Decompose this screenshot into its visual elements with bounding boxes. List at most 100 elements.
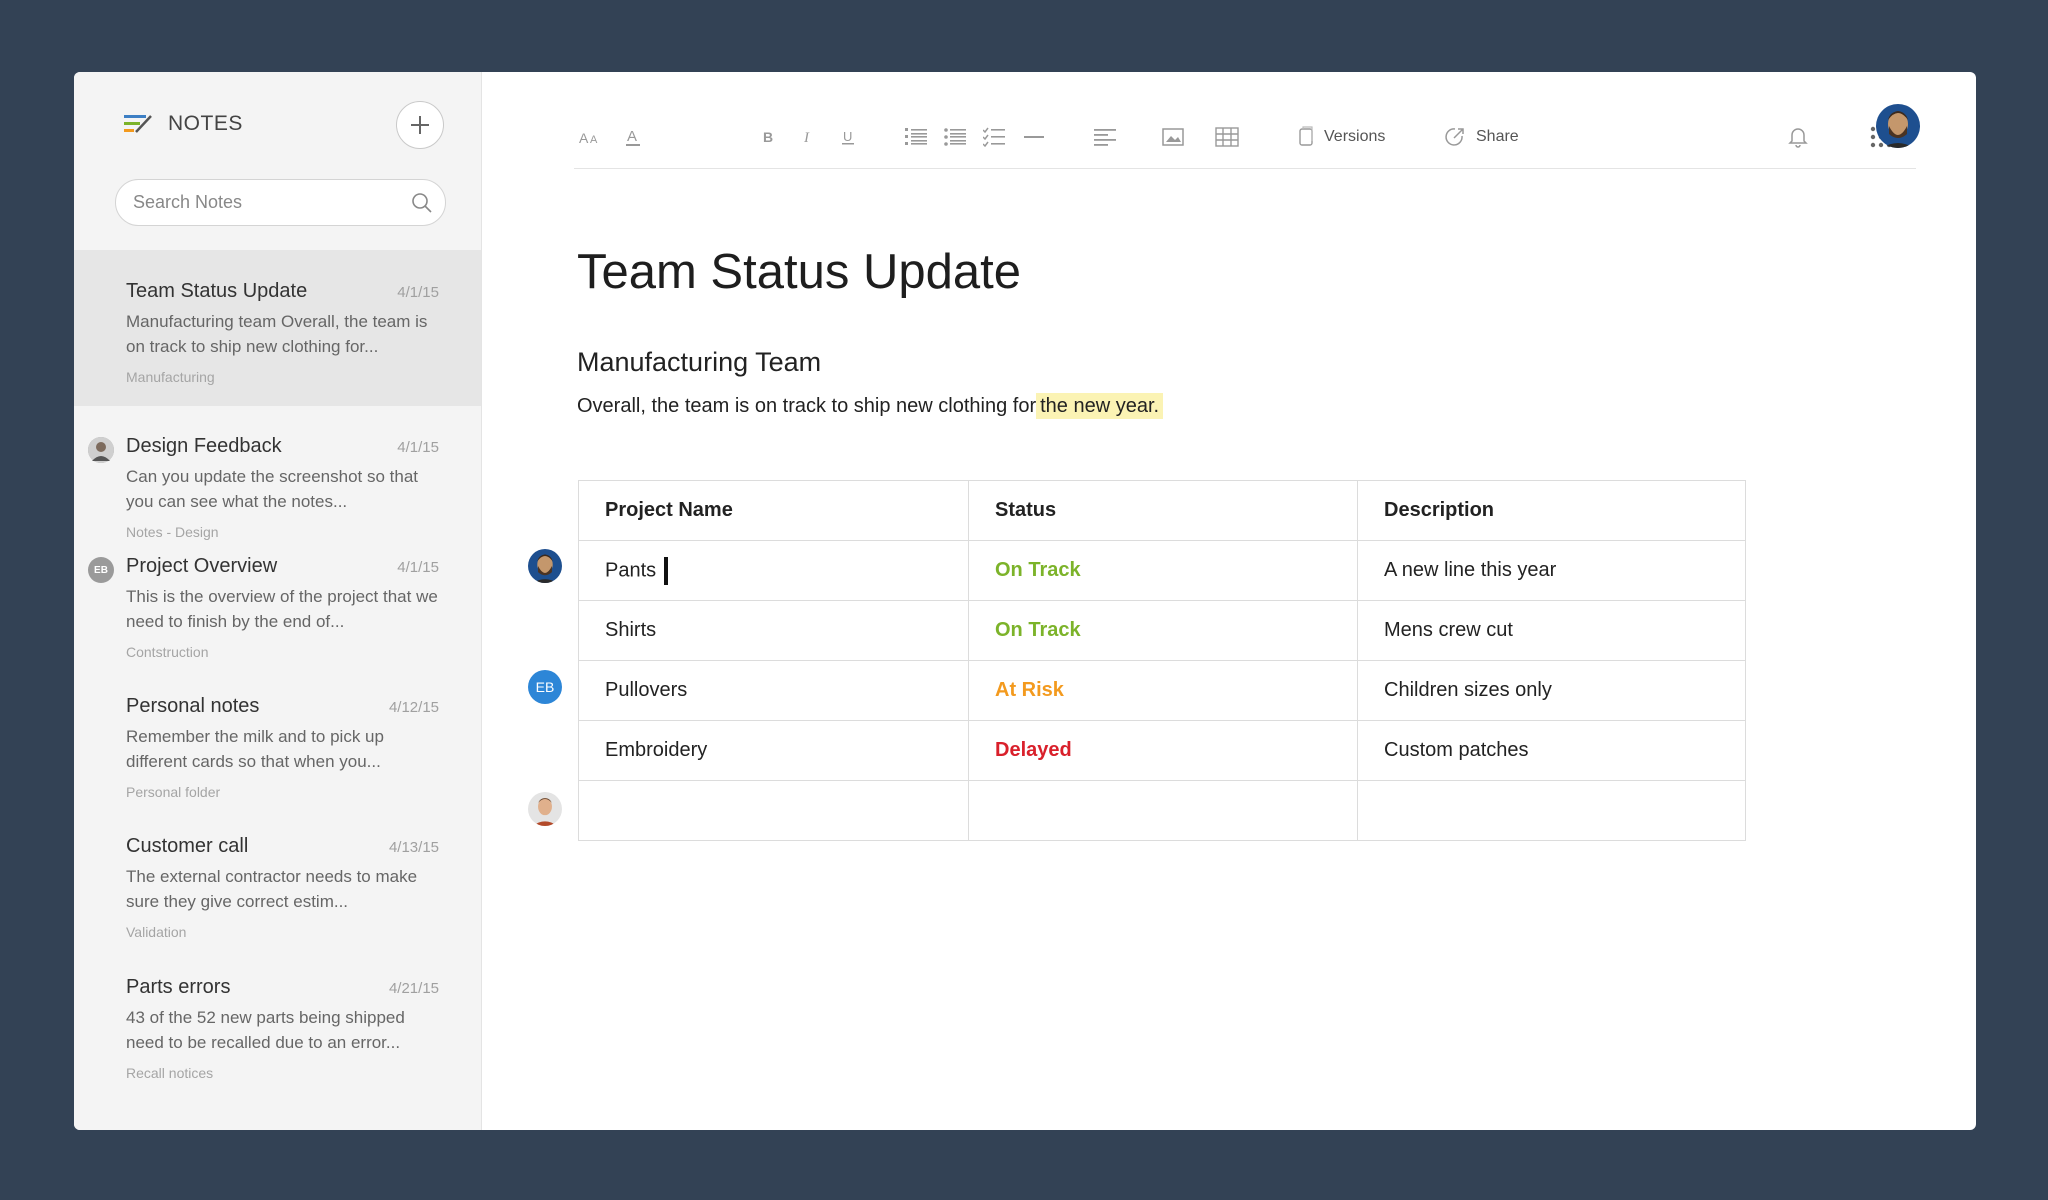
note-title: Parts errors (126, 976, 231, 998)
bold-icon[interactable]: B (755, 124, 781, 150)
svg-text:B: B (763, 129, 773, 145)
svg-text:I: I (803, 130, 810, 146)
search-icon[interactable] (411, 192, 433, 214)
table-cell-description[interactable]: Mens crew cut (1357, 600, 1746, 661)
table-row: Pants On Track A new line this year (578, 540, 1746, 601)
user-avatar[interactable] (1876, 104, 1920, 148)
collaborator-avatar[interactable] (528, 792, 562, 826)
table-cell-status[interactable]: On Track (968, 600, 1358, 661)
table-cell-status[interactable]: Delayed (968, 720, 1358, 781)
table-icon[interactable] (1214, 124, 1240, 150)
text-color-icon[interactable]: A (620, 124, 646, 150)
collaborator-avatar[interactable] (528, 549, 562, 583)
note-snippet: Manufacturing team Overall, the team is … (126, 312, 428, 356)
notes-sidebar: NOTES Team Status Update 4/1/15 Manufact… (74, 72, 482, 1130)
svg-text:U: U (843, 129, 852, 144)
table-cell-description[interactable]: A new line this year (1357, 540, 1746, 601)
paragraph-text: Overall, the team is on track to ship ne… (577, 395, 1037, 417)
bell-icon[interactable] (1785, 124, 1811, 150)
underline-icon[interactable]: U (835, 124, 861, 150)
search-box (115, 179, 446, 226)
person-avatar-icon (88, 437, 114, 463)
table-cell-project[interactable]: Pants (578, 540, 969, 601)
add-note-button[interactable] (396, 101, 444, 149)
versions-button[interactable]: Versions (1298, 126, 1385, 148)
column-header-project-name[interactable]: Project Name (578, 480, 969, 541)
numbered-list-icon[interactable] (904, 124, 930, 150)
versions-label: Versions (1324, 128, 1386, 145)
note-title: Personal notes (126, 695, 260, 717)
document-title[interactable]: Team Status Update (577, 244, 1021, 300)
share-label: Share (1476, 128, 1519, 145)
table-row: Pullovers At Risk Children sizes only (578, 660, 1746, 721)
note-snippet: Remember the milk and to pick up differe… (126, 727, 384, 771)
collaborator-avatar-eb[interactable]: EB (528, 670, 562, 704)
collaborator-avatar-icon (528, 792, 562, 826)
image-icon[interactable] (1160, 124, 1186, 150)
user-avatar-icon (1876, 104, 1920, 148)
avatar: EB (88, 557, 114, 583)
table-cell-project[interactable]: Pullovers (578, 660, 969, 721)
note-item-customer-call[interactable]: Customer call 4/13/15 The external contr… (74, 826, 481, 967)
note-list: Team Status Update 4/1/15 Manufacturing … (74, 250, 481, 1087)
font-size-icon[interactable]: AA (578, 124, 604, 150)
note-snippet: The external contractor needs to make su… (126, 867, 418, 911)
align-left-icon[interactable] (1093, 124, 1119, 150)
table-row (578, 780, 1746, 841)
table-cell-project[interactable]: Shirts (578, 600, 969, 661)
svg-text:A: A (627, 128, 637, 145)
document-paragraph[interactable]: Overall, the team is on track to ship ne… (577, 393, 1164, 419)
svg-text:A: A (590, 134, 598, 146)
app-window: NOTES Team Status Update 4/1/15 Manufact… (74, 72, 1976, 1130)
table-cell-project[interactable]: Embroidery (578, 720, 969, 781)
note-date: 4/1/15 (397, 559, 439, 576)
note-folder: Manufacturing (126, 369, 215, 385)
checklist-icon[interactable] (982, 124, 1008, 150)
note-folder: Recall notices (126, 1065, 214, 1081)
note-folder: Personal folder (126, 784, 221, 800)
plus-icon (411, 116, 429, 134)
table-header-row: Project Name Status Description (578, 480, 1746, 541)
note-folder: Validation (126, 924, 187, 940)
note-item-team-status-update[interactable]: Team Status Update 4/1/15 Manufacturing … (74, 250, 481, 406)
text-cursor (664, 556, 669, 585)
note-item-design-feedback[interactable]: Design Feedback 4/1/15 Can you update th… (74, 406, 481, 546)
table-cell-status[interactable] (968, 780, 1358, 841)
column-header-status[interactable]: Status (968, 480, 1358, 541)
status-table: Project Name Status Description Pants On… (578, 480, 1746, 841)
note-date: 4/21/15 (388, 980, 439, 997)
table-cell-project[interactable] (578, 780, 969, 841)
table-row: Embroidery Delayed Custom patches (578, 720, 1746, 781)
table-row: Shirts On Track Mens crew cut (578, 600, 1746, 661)
note-item-project-overview[interactable]: EB Project Overview 4/1/15 This is the o… (74, 546, 481, 686)
brand: NOTES (124, 112, 243, 136)
note-date: 4/13/15 (388, 839, 439, 856)
table-cell-description[interactable] (1357, 780, 1746, 841)
avatar (88, 437, 114, 463)
note-folder: Contstruction (126, 644, 209, 660)
table-cell-description[interactable]: Custom patches (1357, 720, 1746, 781)
document-subtitle[interactable]: Manufacturing Team (577, 347, 821, 378)
highlighted-text: the new year. (1036, 393, 1164, 419)
versions-icon (1299, 126, 1313, 146)
column-header-description[interactable]: Description (1357, 480, 1746, 541)
notes-logo-icon (124, 115, 152, 133)
horizontal-rule-icon[interactable] (1021, 124, 1047, 150)
collaborator-avatar-icon (528, 549, 562, 583)
italic-icon[interactable]: I (795, 124, 821, 150)
note-snippet: 43 of the 52 new parts being shipped nee… (126, 1008, 405, 1052)
brand-label: NOTES (168, 112, 243, 135)
search-input[interactable] (133, 180, 403, 225)
toolbar-divider (574, 168, 1916, 169)
note-folder: Notes - Design (126, 524, 219, 540)
note-item-personal-notes[interactable]: Personal notes 4/12/15 Remember the milk… (74, 686, 481, 826)
note-item-parts-errors[interactable]: Parts errors 4/21/15 43 of the 52 new pa… (74, 967, 481, 1087)
bulleted-list-icon[interactable] (943, 124, 969, 150)
note-title: Project Overview (126, 555, 278, 577)
share-button[interactable]: Share (1444, 126, 1519, 148)
table-cell-description[interactable]: Children sizes only (1357, 660, 1746, 721)
table-cell-status[interactable]: On Track (968, 540, 1358, 601)
table-cell-status[interactable]: At Risk (968, 660, 1358, 721)
cell-text: Pants (605, 558, 657, 581)
note-date: 4/12/15 (388, 699, 439, 716)
